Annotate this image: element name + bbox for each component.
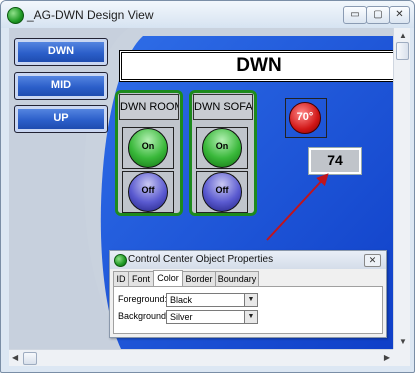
page-header[interactable]: DWN <box>121 52 393 80</box>
app-icon <box>114 254 127 267</box>
maximize-button[interactable]: ▢ <box>366 6 390 24</box>
off-button[interactable]: Off <box>202 172 242 212</box>
nav-button-up[interactable]: UP <box>14 105 108 133</box>
nav-button-label: DWN <box>47 45 75 57</box>
temperature-label: 70° <box>296 111 314 123</box>
scroll-up-icon[interactable]: ▲ <box>399 31 407 40</box>
value-display[interactable]: 74 <box>309 148 361 174</box>
scroll-down-icon[interactable]: ▼ <box>399 337 407 346</box>
nav-button-label: MID <box>50 79 72 91</box>
tab-panel-color: Foreground: Black ▼ Background: Silver ▼ <box>113 286 383 334</box>
on-button[interactable]: On <box>128 128 168 168</box>
temperature-indicator[interactable]: 70° <box>289 102 321 134</box>
foreground-label: Foreground: <box>118 294 168 304</box>
scroll-right-icon[interactable]: ▶ <box>384 353 390 362</box>
room-panel-dwn-sofa[interactable]: DWN SOFA On Off <box>189 90 257 216</box>
foreground-value: Black <box>170 295 193 305</box>
foreground-select[interactable]: Black ▼ <box>166 293 258 307</box>
scroll-left-icon[interactable]: ◀ <box>12 353 18 362</box>
nav-button-dwn[interactable]: DWN <box>14 38 108 66</box>
design-view-window: _AG-DWN Design View ▭ ▢ ✕ DWN MID UP DWN… <box>0 0 415 373</box>
horizontal-scrollbar[interactable]: ◀ ▶ <box>9 349 393 366</box>
off-label: Off <box>141 185 155 195</box>
on-label: On <box>141 141 155 151</box>
off-label: Off <box>215 185 229 195</box>
chevron-down-icon[interactable]: ▼ <box>244 294 257 306</box>
dialog-title-bar[interactable]: Control Center Object Properties ✕ <box>110 251 386 269</box>
window-title: _AG-DWN Design View <box>27 8 154 22</box>
vertical-scrollbar[interactable]: ▲ ▼ <box>393 28 410 349</box>
scroll-thumb[interactable] <box>396 42 409 60</box>
tab-boundary[interactable]: Boundary <box>215 271 259 286</box>
room-panel-dwn-room[interactable]: DWN ROOM On Off <box>115 90 183 216</box>
off-button[interactable]: Off <box>128 172 168 212</box>
on-label: On <box>215 141 229 151</box>
minimize-button[interactable]: ▭ <box>343 6 367 24</box>
design-canvas[interactable]: DWN MID UP DWN DWN ROOM On Off DWN SOFA … <box>9 28 393 349</box>
background-label: Background: <box>118 311 169 321</box>
scrollbar-corner <box>393 349 410 366</box>
tab-font[interactable]: Font <box>128 271 154 286</box>
nav-button-label: UP <box>53 112 69 124</box>
on-button[interactable]: On <box>202 128 242 168</box>
close-button[interactable]: ✕ <box>389 6 410 24</box>
background-select[interactable]: Silver ▼ <box>166 310 258 324</box>
tab-border[interactable]: Border <box>182 271 216 286</box>
properties-dialog: Control Center Object Properties ✕ ID Fo… <box>109 250 387 338</box>
room-label: DWN ROOM <box>119 94 179 120</box>
value-display-label: 74 <box>327 152 343 168</box>
nav-button-mid[interactable]: MID <box>14 72 108 100</box>
dialog-title: Control Center Object Properties <box>128 254 274 265</box>
tab-color[interactable]: Color <box>153 270 183 287</box>
chevron-down-icon[interactable]: ▼ <box>244 311 257 323</box>
room-label: DWN SOFA <box>193 94 253 120</box>
background-value: Silver <box>170 312 193 322</box>
page-header-label: DWN <box>236 55 282 76</box>
title-bar[interactable]: _AG-DWN Design View ▭ ▢ ✕ <box>1 1 414 28</box>
tab-id[interactable]: ID <box>113 271 129 286</box>
scroll-thumb[interactable] <box>23 352 37 365</box>
dialog-close-button[interactable]: ✕ <box>364 254 381 267</box>
app-icon <box>7 7 24 24</box>
